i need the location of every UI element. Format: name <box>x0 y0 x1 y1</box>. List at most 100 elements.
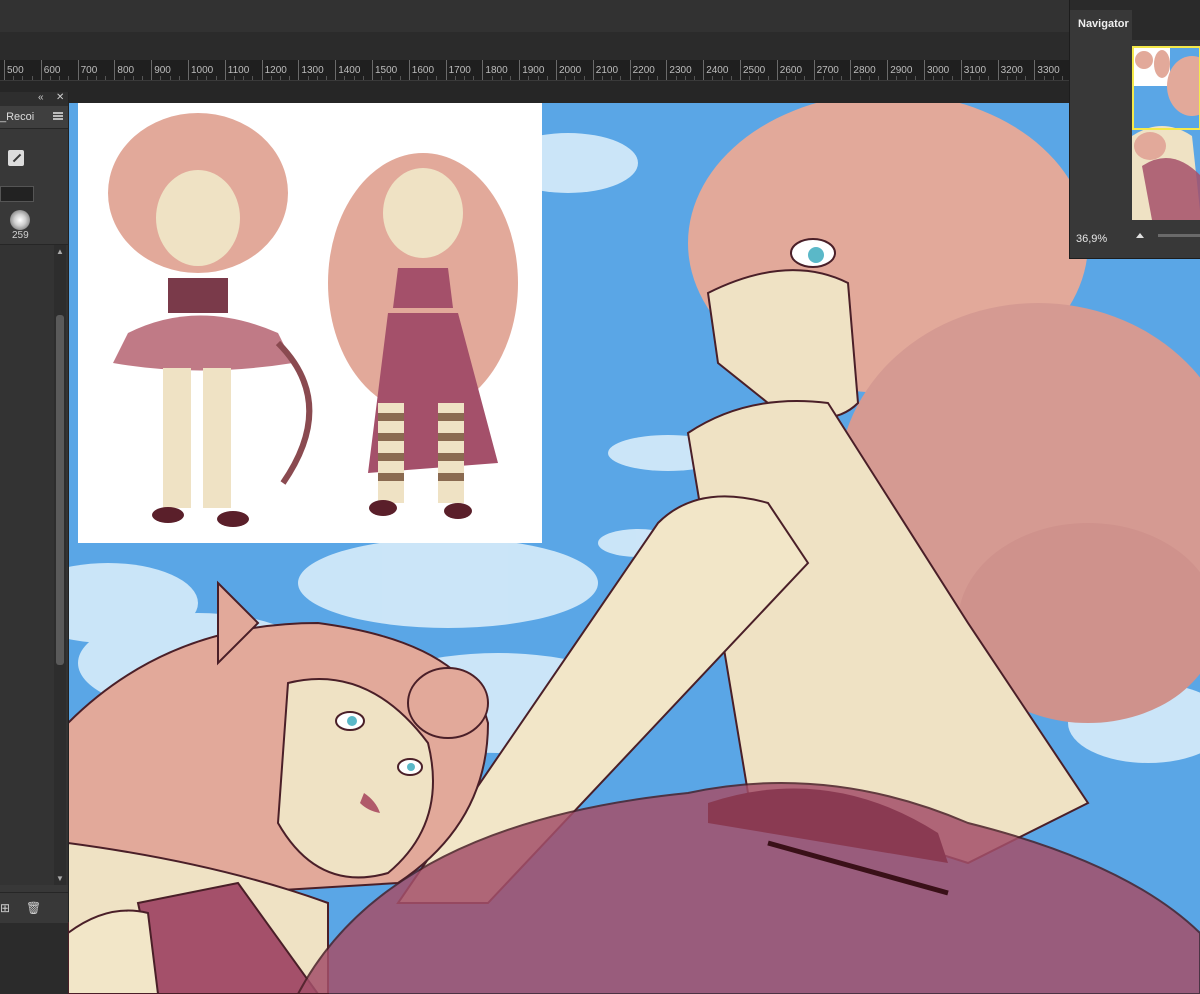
panel-footer: ⊞ 🗑 <box>0 892 68 923</box>
ruler-minor-tick <box>694 76 695 80</box>
ruler-tick-label: 1100 <box>227 65 250 76</box>
ruler-minor-tick <box>270 76 272 80</box>
ruler-minor-tick <box>326 76 327 80</box>
ruler-minor-tick <box>289 76 291 80</box>
ruler-minor-tick <box>914 76 916 80</box>
ruler-minor-tick <box>868 76 870 80</box>
ruler-tick: 2400 <box>703 60 728 80</box>
ruler-tick-label: 1000 <box>191 65 214 76</box>
ruler-tick-label: 900 <box>154 65 171 76</box>
panel-menu-icon[interactable] <box>53 112 63 120</box>
ruler-minor-tick <box>178 76 180 80</box>
ruler-minor-tick <box>105 76 107 80</box>
ruler-tick: 1400 <box>335 60 360 80</box>
ruler-tick-label: 600 <box>43 65 61 76</box>
zoom-out-mountain-icon[interactable] <box>1136 233 1144 238</box>
ruler-minor-tick <box>169 76 171 80</box>
ruler-minor-tick <box>436 76 438 80</box>
tab-navigator[interactable]: Navigator <box>1070 10 1132 40</box>
ruler-minor-tick <box>243 76 245 80</box>
ruler-minor-tick <box>749 76 751 80</box>
brush-preset-thumbnail[interactable] <box>10 210 30 230</box>
scroll-down-icon[interactable]: ▼ <box>56 874 64 883</box>
ruler-minor-tick <box>970 76 971 80</box>
panel-tab[interactable]: _Recoi <box>0 106 68 129</box>
ruler-tick-label: 3200 <box>1000 65 1023 76</box>
ruler-minor-tick <box>353 76 355 80</box>
ruler-minor-tick <box>142 76 143 80</box>
ruler-tick: 2900 <box>887 60 912 80</box>
horizontal-ruler[interactable]: 500 600 700 800 900 1000 1100 1200 1300 1400 1500 1… <box>0 60 1200 81</box>
document-tab-strip <box>0 81 1200 103</box>
ruler-minor-tick <box>546 76 548 80</box>
layer-list-scrollbar[interactable]: ▲ ▼ <box>54 245 66 885</box>
ruler-minor-tick <box>1016 76 1017 80</box>
ruler-minor-tick <box>675 76 677 80</box>
ruler-tick-label: 2500 <box>743 65 766 76</box>
ruler-tick-label: 500 <box>7 65 24 76</box>
navigator-view-box[interactable] <box>1132 46 1200 130</box>
ruler-tick: 700 <box>77 60 97 80</box>
ruler-tick: 2100 <box>592 60 618 80</box>
ruler-tick-label: 2700 <box>816 65 839 76</box>
ruler-minor-tick <box>473 76 475 80</box>
ruler-minor-tick <box>767 76 769 80</box>
ruler-minor-tick <box>427 76 429 80</box>
ruler-minor-tick <box>50 76 51 80</box>
ruler-tick-label: 1900 <box>522 65 545 76</box>
ruler-tick-label: 800 <box>117 65 135 76</box>
ruler-minor-tick <box>316 76 318 80</box>
ruler-minor-tick <box>132 76 134 80</box>
ruler-minor-tick <box>638 76 640 80</box>
brush-size-field[interactable] <box>0 186 34 202</box>
scroll-thumb[interactable] <box>56 315 64 665</box>
ruler-tick-label: 1700 <box>448 65 471 76</box>
ruler-tick: 2000 <box>556 60 581 80</box>
ruler-minor-tick <box>1006 76 1008 80</box>
ruler-minor-tick <box>537 76 539 80</box>
ruler-minor-tick <box>280 76 281 80</box>
ruler-minor-tick <box>951 76 953 80</box>
ruler-tick: 3300 <box>1034 60 1060 80</box>
ruler-minor-tick <box>390 76 392 80</box>
ruler-minor-tick <box>86 76 88 80</box>
ruler-minor-tick <box>565 76 567 80</box>
ruler-tick-label: 3300 <box>1037 65 1060 76</box>
double-chevron-left-icon[interactable]: « <box>38 92 44 103</box>
ruler-tick-label: 2000 <box>559 65 582 76</box>
trash-icon[interactable]: 🗑 <box>26 901 41 915</box>
ruler-minor-tick <box>68 76 70 80</box>
ruler-minor-tick <box>620 76 622 80</box>
ruler-tick-label: 2200 <box>632 65 655 76</box>
ruler-tick-label: 1300 <box>301 65 324 76</box>
navigator-zoom-slider[interactable] <box>1158 234 1200 237</box>
ruler-minor-tick <box>31 76 33 80</box>
navigator-zoom-value[interactable]: 36,9% <box>1076 233 1107 245</box>
ruler-minor-tick <box>1025 76 1027 80</box>
ruler-tick-label: 1400 <box>338 65 361 76</box>
close-icon[interactable]: ✕ <box>56 92 64 103</box>
ruler-tick-label: 2400 <box>706 65 729 76</box>
ruler-minor-tick <box>933 76 935 80</box>
scroll-up-icon[interactable]: ▲ <box>56 247 64 256</box>
ruler-minor-tick <box>611 76 613 80</box>
ruler-minor-tick <box>1052 76 1054 80</box>
ruler-minor-tick <box>896 76 898 80</box>
ruler-minor-tick <box>381 76 383 80</box>
ruler-tick-label: 2600 <box>779 65 803 76</box>
new-layer-icon[interactable]: ⊞ <box>0 901 10 915</box>
ruler-tick: 3200 <box>997 60 1023 80</box>
ruler-minor-tick <box>988 76 990 80</box>
document-canvas[interactable] <box>68 103 1200 994</box>
navigator-tab-label: Navigator <box>1078 18 1129 30</box>
navigator-panel: Navigator 36,9% <box>1069 0 1200 259</box>
ruler-tick: 1300 <box>298 60 324 80</box>
ruler-minor-tick <box>59 76 61 80</box>
ruler-minor-tick <box>1043 76 1045 80</box>
ruler-minor-tick <box>123 76 125 80</box>
ruler-minor-tick <box>491 76 493 80</box>
ruler-minor-tick <box>730 76 732 80</box>
ruler-tick-label: 1500 <box>375 65 398 76</box>
ruler-tick: 600 <box>40 60 60 80</box>
brush-edit-icon[interactable] <box>8 150 24 166</box>
